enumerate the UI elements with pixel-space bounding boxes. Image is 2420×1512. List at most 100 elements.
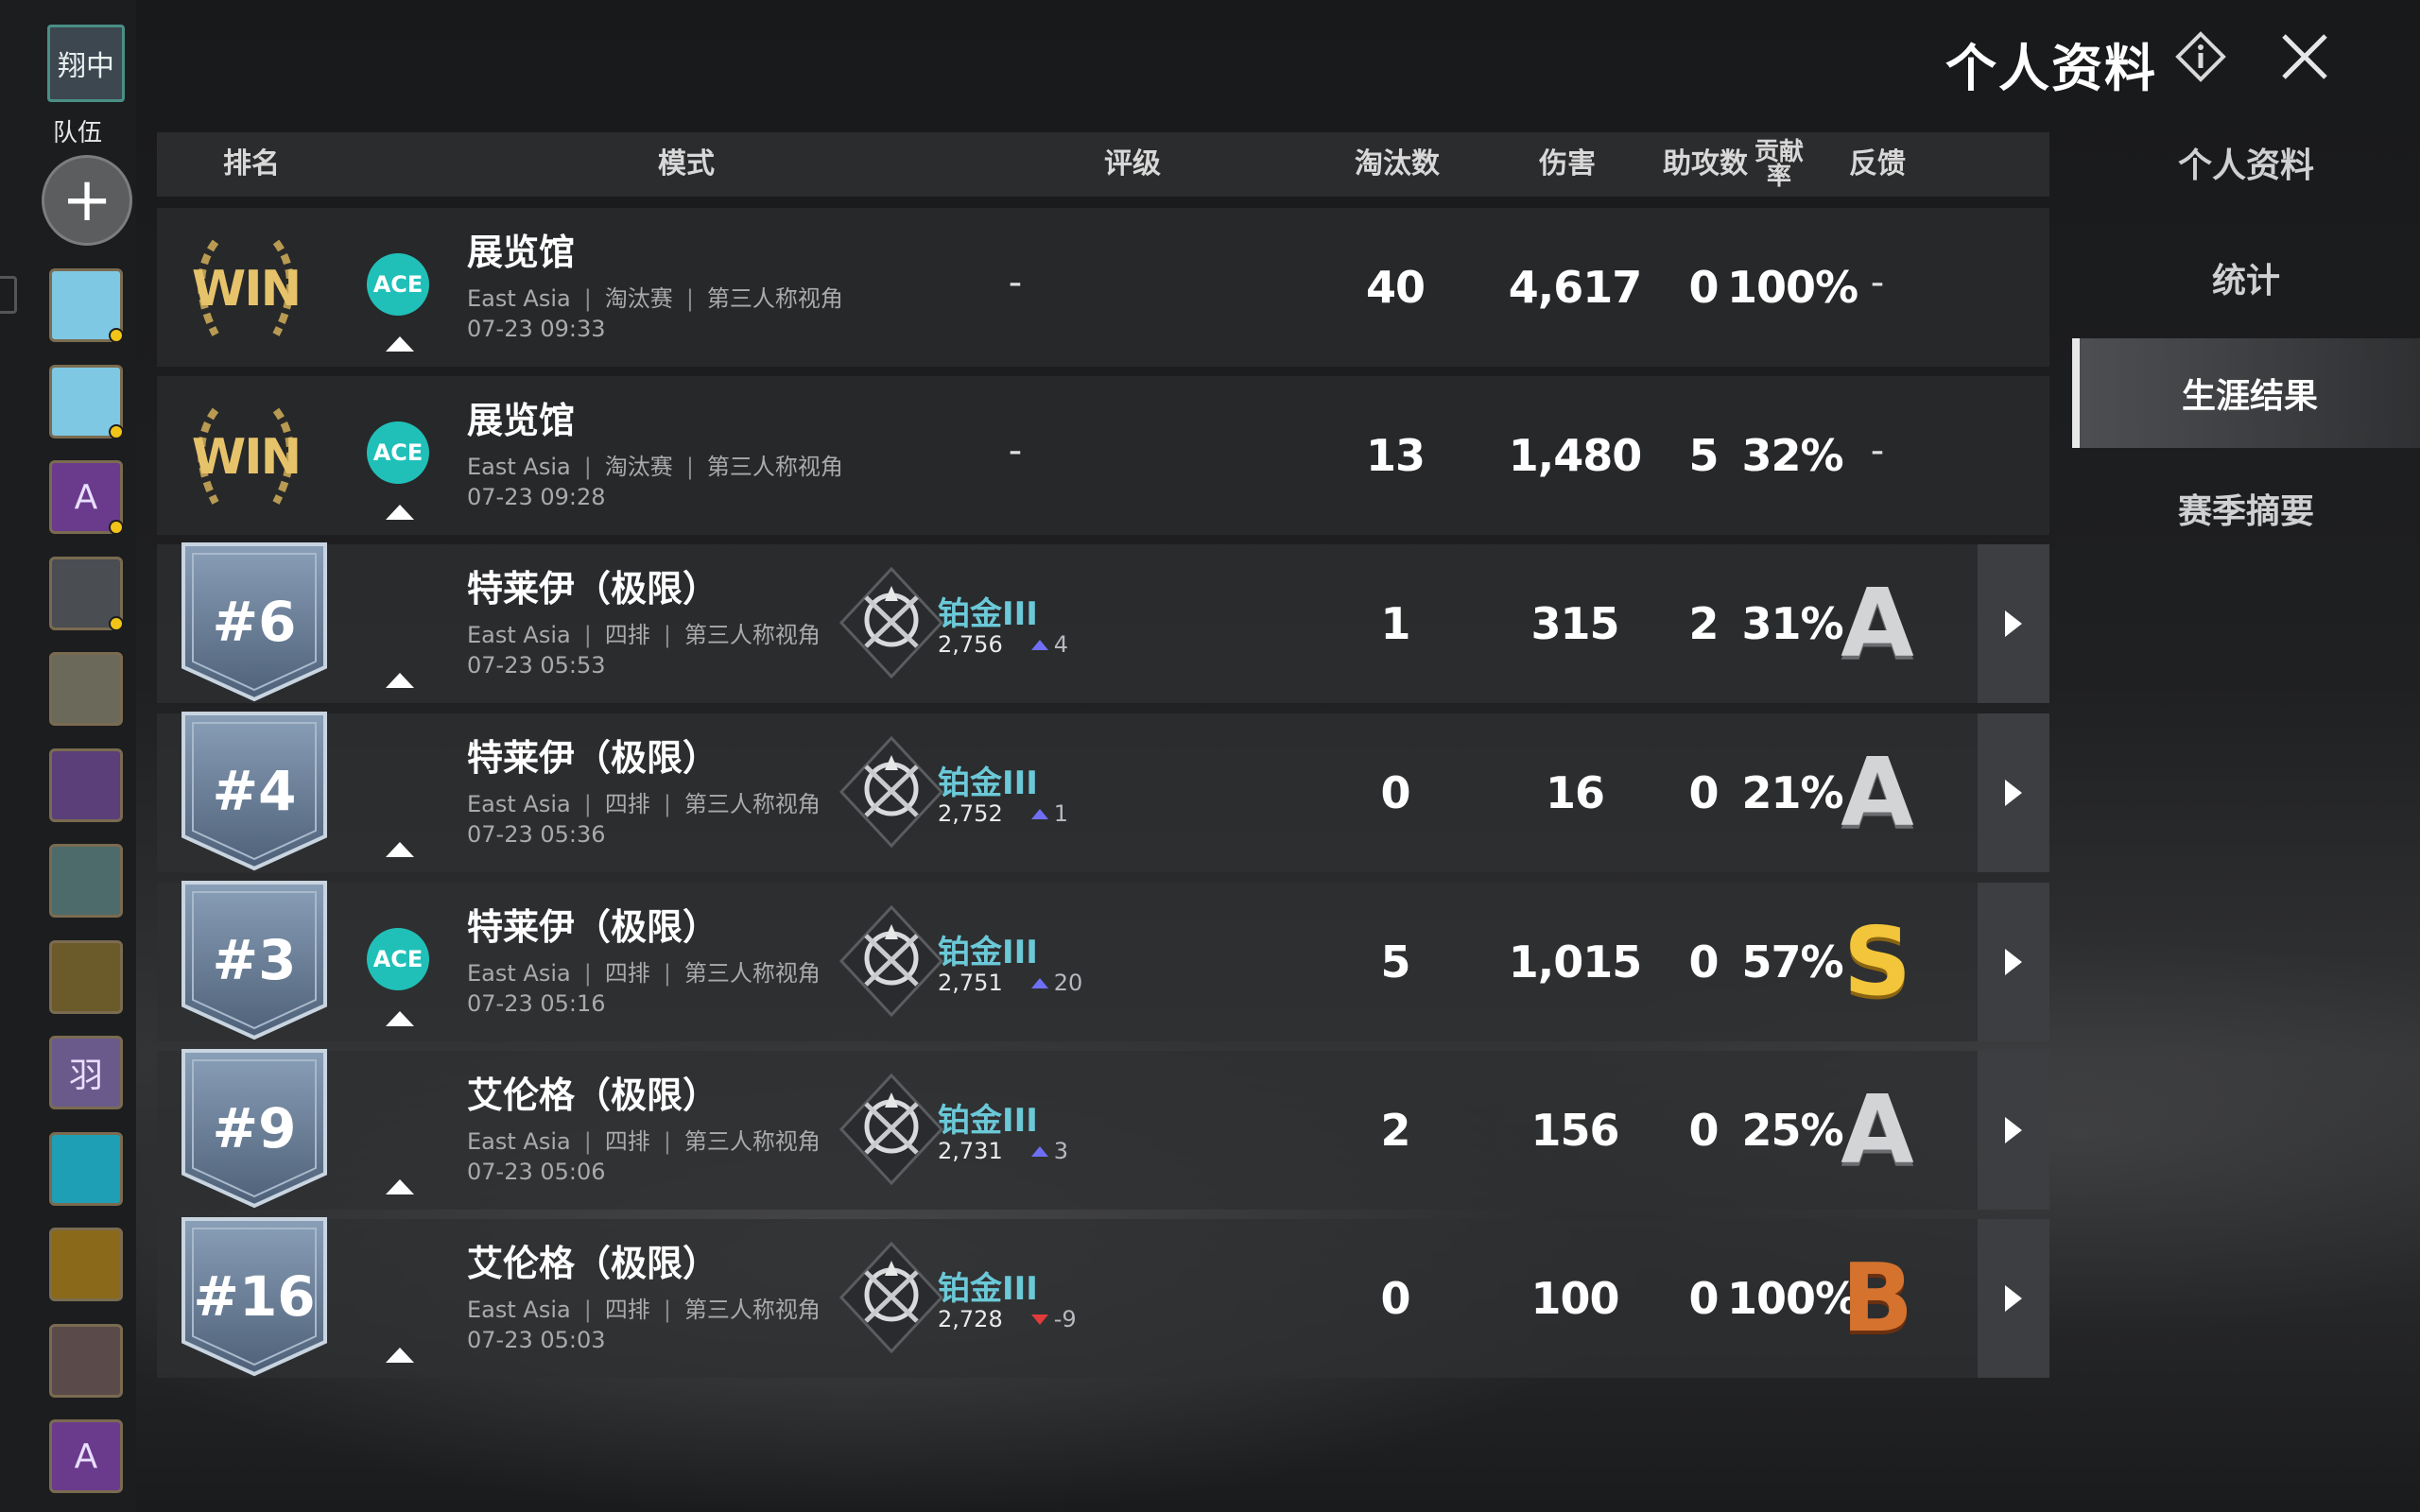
friend-avatar[interactable]: [49, 844, 123, 918]
tier-points-delta: 3: [1053, 1138, 1068, 1164]
kills-value: 40: [1365, 262, 1426, 313]
contribution-value: 100%: [1726, 262, 1858, 313]
page-title: 个人资料: [1945, 39, 2157, 98]
tier-points-value: 2,756: [938, 631, 1003, 658]
nav-profile[interactable]: 个人资料: [2072, 108, 2420, 217]
expand-arrow-icon[interactable]: [386, 1179, 414, 1194]
expand-arrow-icon[interactable]: [386, 842, 414, 857]
tier-points: 2,752 1: [938, 800, 1068, 827]
match-detail-button[interactable]: [1978, 883, 2049, 1041]
tier-points: 2,728 -9: [938, 1306, 1077, 1332]
grade-badge: B: [1841, 1243, 1914, 1353]
match-detail-button[interactable]: [1978, 544, 2049, 703]
friend-avatar[interactable]: [49, 268, 124, 343]
rank-number: #4: [212, 759, 297, 823]
friend-avatar[interactable]: [49, 652, 123, 726]
table-row[interactable]: WIN ACE 展览馆 East Asia | 淘汰赛 | 第三人称视角 07-23 09:33…: [157, 208, 2049, 367]
close-icon[interactable]: [2276, 28, 2333, 85]
friend-avatar[interactable]: [49, 1228, 123, 1301]
tier-name: 铂金III: [938, 1270, 1038, 1308]
trend-up-icon: [1030, 1146, 1048, 1157]
expand-arrow-icon[interactable]: [386, 1348, 414, 1363]
team-sidebar: 翔中 队伍 + A 羽 A: [0, 0, 136, 1512]
table-row[interactable]: #16 艾伦格（极限） East Asia | 四排 | 第三人称视角 07-23 05:03…: [157, 1217, 2049, 1378]
region-label: East Asia: [467, 622, 571, 648]
nav-season-summary[interactable]: 赛季摘要: [2072, 454, 2420, 563]
kills-value: 0: [1380, 1273, 1410, 1324]
friend-avatar[interactable]: [49, 939, 123, 1014]
perspective-label: 第三人称视角: [683, 960, 821, 987]
friend-avatar-glyph: [52, 368, 120, 436]
trend-up-icon: [1030, 809, 1048, 819]
friend-avatar[interactable]: [49, 556, 124, 631]
tier-points-value: 2,731: [938, 1138, 1003, 1164]
match-detail-button[interactable]: [1978, 1219, 2049, 1378]
team-avatar[interactable]: 翔中: [47, 25, 125, 102]
match-meta: East Asia | 四排 | 第三人称视角: [467, 954, 821, 988]
grade-badge: A: [1841, 1074, 1914, 1185]
expand-arrow-icon[interactable]: [386, 336, 414, 352]
friend-avatar-glyph: 羽: [68, 1057, 103, 1095]
meta-separator: |: [663, 1297, 671, 1323]
perspective-label: 第三人称视角: [683, 1297, 821, 1323]
contribution-value: 32%: [1741, 430, 1843, 481]
grade-badge: A: [1841, 568, 1914, 679]
table-row[interactable]: #4 特莱伊（极限） East Asia | 四排 | 第三人称视角 07-23 05:36 铂…: [157, 712, 2049, 872]
tier-points: 2,756 4: [938, 631, 1068, 658]
nav-stats[interactable]: 统计: [2072, 223, 2420, 333]
perspective-label: 第三人称视角: [683, 1128, 821, 1155]
perspective-label: 第三人称视角: [683, 791, 821, 817]
table-row[interactable]: #6 特莱伊（极限） East Asia | 四排 | 第三人称视角 07-23 05:53 铂…: [157, 542, 2049, 703]
table-row[interactable]: #3 ACE 特莱伊（极限） East Asia | 四排 | 第三人称视角 07-23 05:…: [157, 881, 2049, 1041]
match-date: 07-23 05:53: [467, 652, 606, 679]
perspective-label: 第三人称视角: [706, 285, 843, 312]
col-feedback: 反馈: [1849, 147, 1906, 180]
friend-avatar[interactable]: [49, 747, 123, 822]
region-label: East Asia: [467, 791, 571, 817]
friend-avatar[interactable]: [49, 1323, 123, 1398]
table-row[interactable]: #9 艾伦格（极限） East Asia | 四排 | 第三人称视角 07-23 05:06 铂…: [157, 1049, 2049, 1210]
rank-number: #16: [193, 1264, 316, 1329]
tier-points-value: 2,751: [938, 970, 1003, 996]
kills-value: 1: [1380, 598, 1410, 649]
friend-avatar[interactable]: [49, 1131, 123, 1206]
platinum-tier-icon: [838, 1073, 944, 1186]
tier-name: 铂金III: [938, 1102, 1038, 1140]
expand-arrow-icon[interactable]: [386, 673, 414, 688]
meta-separator: |: [583, 960, 592, 987]
play-arrow-icon: [2005, 610, 2022, 637]
match-date: 07-23 05:16: [467, 990, 606, 1017]
match-detail-button[interactable]: [1978, 713, 2049, 872]
match-type-label: 四排: [604, 960, 650, 987]
friend-avatar-glyph: [52, 943, 120, 1011]
match-date: 07-23 05:06: [467, 1159, 606, 1185]
kills-value: 5: [1380, 936, 1410, 988]
mode-name: 特莱伊（极限）: [467, 737, 719, 779]
rating-empty: -: [1008, 261, 1023, 304]
play-arrow-icon: [2005, 1117, 2022, 1143]
sidebar-handle[interactable]: [0, 276, 17, 314]
match-meta: East Asia | 四排 | 第三人称视角: [467, 1291, 821, 1324]
friend-avatar[interactable]: A: [49, 460, 124, 535]
region-label: East Asia: [467, 1128, 571, 1155]
friend-avatar[interactable]: 羽: [49, 1036, 123, 1109]
platinum-tier-icon: [838, 904, 944, 1018]
tier-name: 铂金III: [938, 595, 1038, 633]
table-row[interactable]: WIN ACE 展览馆 East Asia | 淘汰赛 | 第三人称视角 07-23 09:28…: [157, 376, 2049, 535]
kills-value: 0: [1380, 767, 1410, 818]
damage-value: 1,015: [1508, 936, 1643, 988]
add-teammate-button[interactable]: +: [42, 155, 132, 246]
ace-badge: ACE: [367, 253, 429, 316]
tier-points-delta: 1: [1053, 800, 1068, 827]
nav-career-results[interactable]: 生涯结果: [2072, 338, 2420, 448]
team-label: 队伍: [53, 119, 103, 147]
match-date: 07-23 09:33: [467, 316, 606, 342]
trend-up-icon: [1030, 978, 1048, 988]
friend-avatar[interactable]: [49, 364, 124, 439]
expand-arrow-icon[interactable]: [386, 1011, 414, 1026]
info-icon[interactable]: [2172, 28, 2229, 85]
friend-avatar[interactable]: A: [49, 1419, 123, 1493]
kills-value: 13: [1365, 430, 1426, 481]
expand-arrow-icon[interactable]: [386, 505, 414, 520]
match-detail-button[interactable]: [1978, 1051, 2049, 1210]
